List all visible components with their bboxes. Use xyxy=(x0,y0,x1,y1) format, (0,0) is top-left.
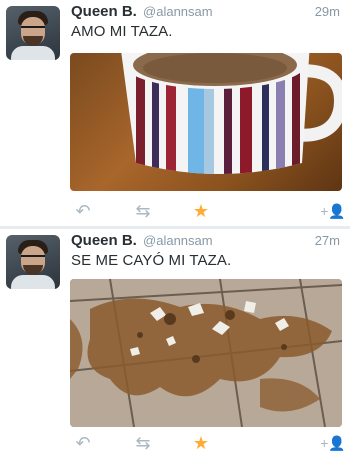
tweet: Queen B. @alannsam 29m AMO MI TAZA. ↶ ⇆ … xyxy=(0,0,350,226)
tweet-photo-spill[interactable] xyxy=(70,279,342,427)
retweet-button[interactable]: ⇆ xyxy=(128,199,158,223)
reply-button[interactable]: ↶ xyxy=(68,431,98,455)
author-name-row[interactable]: Queen B. @alannsam xyxy=(71,3,213,20)
star-icon: ★ xyxy=(192,433,210,453)
author-name-row[interactable]: Queen B. @alannsam xyxy=(71,232,213,249)
author-handle[interactable]: @alannsam xyxy=(143,233,213,248)
avatar-body xyxy=(11,275,55,289)
spill-illustration xyxy=(70,279,342,427)
avatar-beard xyxy=(23,265,43,275)
tweet-timestamp[interactable]: 27m xyxy=(315,233,340,248)
reply-icon: ↶ xyxy=(75,201,91,221)
tweet-actions: ↶ ⇆ ★ +👤 xyxy=(68,431,346,455)
avatar-glasses xyxy=(21,26,45,34)
tweet-text: SE ME CAYÓ MI TAZA. xyxy=(71,252,232,269)
add-user-icon: +👤 xyxy=(320,203,346,219)
add-user-icon: +👤 xyxy=(320,435,346,451)
follow-button[interactable]: +👤 xyxy=(318,431,348,455)
tweet-text: AMO MI TAZA. xyxy=(71,23,173,40)
mug-illustration xyxy=(121,53,342,174)
author-handle[interactable]: @alannsam xyxy=(143,4,213,19)
retweet-icon: ⇆ xyxy=(135,433,151,453)
author-name[interactable]: Queen B. xyxy=(71,232,137,249)
avatar-glasses xyxy=(21,255,45,263)
tweet-photo-mug[interactable] xyxy=(70,53,342,191)
avatar[interactable] xyxy=(6,6,60,60)
avatar-beard xyxy=(23,36,43,46)
tweet: Queen B. @alannsam 27m SE ME CAYÓ MI TAZ… xyxy=(0,229,350,453)
follow-button[interactable]: +👤 xyxy=(318,199,348,223)
retweet-icon: ⇆ xyxy=(135,201,151,221)
favorite-button[interactable]: ★ xyxy=(186,431,216,455)
favorite-button[interactable]: ★ xyxy=(186,199,216,223)
avatar[interactable] xyxy=(6,235,60,289)
star-icon: ★ xyxy=(192,201,210,221)
tweet-actions: ↶ ⇆ ★ +👤 xyxy=(68,199,346,223)
avatar-body xyxy=(11,46,55,60)
retweet-button[interactable]: ⇆ xyxy=(128,431,158,455)
reply-button[interactable]: ↶ xyxy=(68,199,98,223)
reply-icon: ↶ xyxy=(75,433,91,453)
tweet-timestamp[interactable]: 29m xyxy=(315,4,340,19)
author-name[interactable]: Queen B. xyxy=(71,3,137,20)
